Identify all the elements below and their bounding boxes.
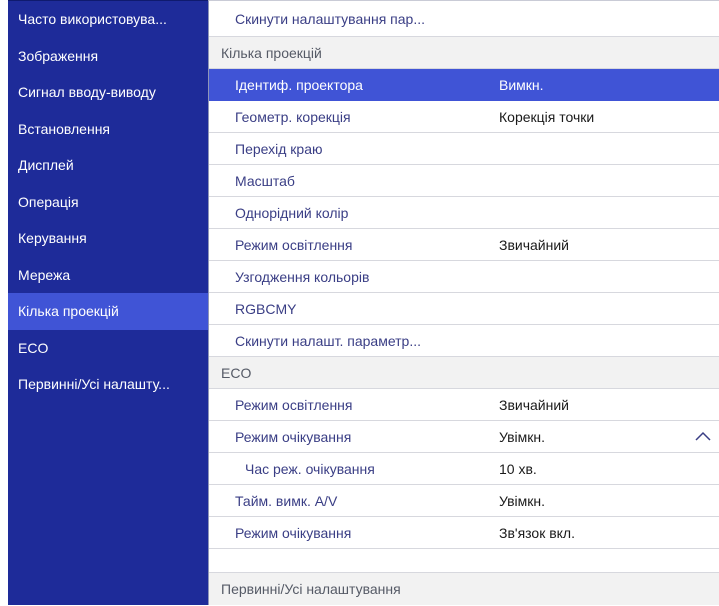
menu-item-label: Перехід краю [235,141,323,157]
menu-item-standby-time[interactable]: Час реж. очікування 10 хв. [209,453,719,485]
menu-item-geometry-correction[interactable]: Геометр. корекція Корекція точки [209,101,719,133]
menu-item-value: Звичайний [499,397,569,413]
sidebar-item-network[interactable]: Мережа [8,257,208,294]
menu-item-label: Режим очікування [235,429,352,445]
sidebar: Часто використовува... Зображення Сигнал… [8,0,208,605]
menu-item-standby-mode-communication[interactable]: Режим очікування Зв'язок вкл. [209,517,719,549]
chevron-up-icon[interactable] [695,421,713,453]
reset-settings-item[interactable]: Скинути налаштування пар... [209,1,719,37]
menu-item-label: Скинути налаштування пар... [235,11,426,27]
sidebar-item-initial-all-settings[interactable]: Первинні/Усі налашту... [8,366,208,403]
menu-item-projector-id[interactable]: Ідентиф. проектора Вимкн. [209,69,719,101]
menu-item-color-uniformity[interactable]: Однорідний колір [209,197,719,229]
menu-item-edge-blending[interactable]: Перехід краю [209,133,719,165]
menu-item-label: Однорідний колір [235,205,349,221]
menu-item-value: Увімкн. [499,493,546,509]
menu-item-label: RGBCMY [235,301,297,317]
menu-item-label: Скинути налашт. параметр... [235,333,422,349]
section-header-label: Кілька проекцій [221,45,322,61]
sidebar-item-installation[interactable]: Встановлення [8,111,208,148]
section-header-label: ECO [221,365,252,381]
section-header-label: Первинні/Усі налаштування [221,581,401,597]
settings-panel: Скинути налаштування пар... Кілька проек… [208,0,719,605]
menu-item-label: Геометр. корекція [235,109,351,125]
menu-item-reset-parameters[interactable]: Скинути налашт. параметр... [209,325,719,357]
menu-item-label: Режим очікування [235,525,352,541]
menu-item-rgbcmy[interactable]: RGBCMY [209,293,719,325]
menu-item-value: 10 хв. [499,461,537,477]
sidebar-item-image[interactable]: Зображення [8,38,208,75]
menu-item-label: Тайм. вимк. A/V [235,493,338,509]
sidebar-item-display[interactable]: Дисплей [8,147,208,184]
menu-item-label: Режим освітлення [235,397,353,413]
menu-item-value: Вимкн. [499,77,544,93]
menu-item-label: Масштаб [235,173,295,189]
sidebar-item-frequently-used[interactable]: Часто використовува... [8,1,208,38]
menu-item-color-matching[interactable]: Узгодження кольорів [209,261,719,293]
menu-item-eco-light-mode[interactable]: Режим освітлення Звичайний [209,389,719,421]
menu-item-light-mode[interactable]: Режим освітлення Звичайний [209,229,719,261]
section-header-eco: ECO [209,357,719,389]
section-header-initial-all-settings: Первинні/Усі налаштування [209,572,719,605]
sidebar-item-multi-projection[interactable]: Кілька проекцій [8,293,208,330]
sidebar-item-operation[interactable]: Операція [8,184,208,221]
menu-item-av-off-timer[interactable]: Тайм. вимк. A/V Увімкн. [209,485,719,517]
menu-item-value: Корекція точки [499,109,595,125]
sidebar-item-signal-io[interactable]: Сигнал вводу-виводу [8,74,208,111]
sidebar-item-eco[interactable]: ECO [8,330,208,367]
menu-item-value: Увімкн. [499,429,546,445]
menu-item-value: Звичайний [499,237,569,253]
projector-menu: Часто використовува... Зображення Сигнал… [8,0,719,605]
menu-item-standby-mode[interactable]: Режим очікування Увімкн. [209,421,719,453]
menu-item-label: Узгодження кольорів [235,269,370,285]
section-header-multi-projection: Кілька проекцій [209,37,719,69]
menu-item-value: Зв'язок вкл. [499,525,575,541]
menu-item-label: Режим освітлення [235,237,353,253]
sidebar-item-management[interactable]: Керування [8,220,208,257]
menu-item-scale[interactable]: Масштаб [209,165,719,197]
menu-item-label: Час реж. очікування [245,461,375,477]
menu-item-label: Ідентиф. проектора [235,77,363,93]
